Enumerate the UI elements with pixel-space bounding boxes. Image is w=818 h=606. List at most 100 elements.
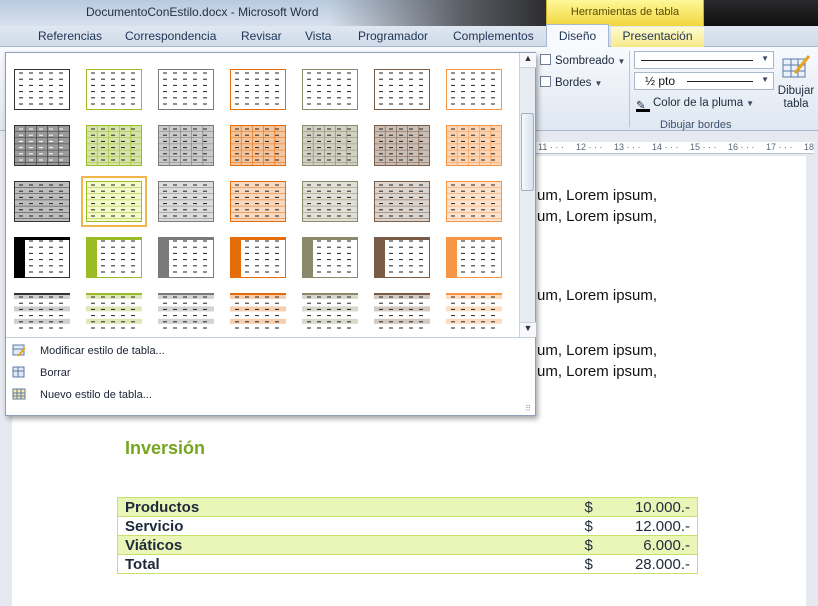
ruler-tick-label: 17 · · · [766,142,793,152]
table-style-swatch[interactable] [302,237,358,278]
group-label-draw-borders: Dibujar bordes [660,119,732,131]
chevron-down-icon: ▼ [761,75,769,84]
tab-design[interactable]: Diseño [546,24,609,49]
table-style-swatch[interactable] [374,237,430,278]
gallery-scrollbar[interactable]: ▲ ▼ [519,53,536,337]
row-currency[interactable]: $ [577,535,608,555]
pen-color-label: Color de la pluma [653,97,744,109]
body-text-line: um, Lorem ipsum, [537,342,658,359]
row-currency[interactable]: $ [577,497,608,517]
chevron-down-icon: ▼ [746,99,755,108]
table-row[interactable]: Servicio $ 12.000.- [117,516,698,536]
row-currency[interactable]: $ [577,516,608,536]
chevron-down-icon: ▼ [617,57,626,66]
table-style-swatch[interactable] [374,69,430,110]
row-label[interactable]: Productos [117,497,578,517]
tab-layout[interactable]: Presentación [611,27,704,47]
investment-table[interactable]: Productos $ 10.000.- Servicio $ 12.000.-… [117,497,698,574]
ruler-tick-label: 13 · · · [614,142,641,152]
table-style-swatch[interactable] [86,69,142,110]
modify-table-style-item[interactable]: Modificar estilo de tabla... [12,343,512,363]
table-style-swatch[interactable] [446,125,502,166]
draw-table-label: Dibujar tabla [777,85,815,110]
table-style-swatch[interactable] [86,237,142,278]
resize-grip-icon[interactable]: ⠿ [525,404,531,413]
table-style-swatch[interactable] [446,293,502,334]
table-style-swatch[interactable] [158,125,214,166]
ruler-tick-label: 14 · · · [652,142,679,152]
table-style-swatch[interactable] [86,125,142,166]
table-style-swatch[interactable] [158,181,214,222]
horizontal-ruler: 11 · · · 12 · · · 13 · · · 14 · · · 15 · · ·… [536,142,814,154]
table-style-swatch[interactable] [230,69,286,110]
row-label[interactable]: Servicio [117,516,578,536]
ruler-tick-label: 18 · · · [804,142,814,153]
tab-review[interactable]: Revisar [241,29,282,43]
table-style-swatch[interactable] [302,181,358,222]
borders-button[interactable]: Bordes ▼ [540,76,626,94]
row-amount[interactable]: 6.000.- [607,535,698,555]
table-style-swatch[interactable] [158,69,214,110]
row-amount[interactable]: 28.000.- [607,554,698,574]
pen-icon: ✎ [636,98,650,112]
table-tools-context-group: Herramientas de tabla [546,0,704,26]
table-style-swatch[interactable] [302,125,358,166]
table-style-gallery: ▲ ▼ Modificar estilo de tabla... Borrar … [5,52,536,416]
body-text-line: um, Lorem ipsum, [537,187,658,204]
row-currency[interactable]: $ [577,554,608,574]
table-style-swatch[interactable] [14,293,70,334]
draw-table-icon [782,55,811,78]
row-label[interactable]: Total [117,554,578,574]
tab-references[interactable]: Referencias [38,29,102,43]
row-label[interactable]: Viáticos [117,535,578,555]
row-amount[interactable]: 12.000.- [607,516,698,536]
table-style-swatch[interactable] [14,237,70,278]
line-style-dropdown[interactable]: ▼ [634,51,774,69]
table-style-swatch[interactable] [446,69,502,110]
table-row[interactable]: Total $ 28.000.- [117,554,698,574]
ruler-tick-label: 16 · · · [728,142,755,152]
context-group-label: Herramientas de tabla [570,6,680,18]
scroll-thumb[interactable] [521,113,534,191]
table-row[interactable]: Viáticos $ 6.000.- [117,535,698,555]
tab-developer[interactable]: Programador [358,29,428,43]
clear-table-style-item[interactable]: Borrar [12,365,512,385]
table-style-swatch[interactable] [374,293,430,334]
table-style-swatch[interactable] [14,125,70,166]
line-weight-dropdown[interactable]: ½ pto ▼ [634,72,774,90]
table-style-swatch[interactable] [230,181,286,222]
table-style-swatch[interactable] [14,69,70,110]
table-style-swatch[interactable] [374,181,430,222]
table-style-swatch[interactable] [446,237,502,278]
table-style-swatch[interactable] [230,125,286,166]
table-style-swatch[interactable] [230,237,286,278]
chevron-down-icon: ▼ [594,79,603,88]
shading-button[interactable]: Sombreado ▼ [540,54,626,72]
tab-view[interactable]: Vista [305,29,331,43]
table-style-swatch[interactable] [81,176,147,227]
body-text-line: um, Lorem ipsum, [537,208,658,225]
edit-table-icon [12,344,26,357]
table-style-swatch[interactable] [446,181,502,222]
new-table-style-item[interactable]: Nuevo estilo de tabla... [12,387,512,407]
ruler-tick-label: 11 · · · [538,142,564,152]
table-style-swatch[interactable] [302,293,358,334]
table-style-grid [6,53,518,337]
body-text-line: um, Lorem ipsum, [537,287,658,304]
pen-color-button[interactable]: ✎ Color de la pluma ▼ [636,97,754,112]
table-style-swatch[interactable] [302,69,358,110]
scroll-up-icon[interactable]: ▲ [520,53,536,68]
table-row[interactable]: Productos $ 10.000.- [117,497,698,517]
tab-mailings[interactable]: Correspondencia [125,29,216,43]
draw-table-button[interactable]: Dibujar tabla [776,53,816,115]
table-style-swatch[interactable] [86,293,142,334]
table-style-swatch[interactable] [14,181,70,222]
table-style-swatch[interactable] [158,293,214,334]
tab-addins[interactable]: Complementos [453,29,534,43]
table-style-swatch[interactable] [374,125,430,166]
scroll-down-icon[interactable]: ▼ [520,322,536,337]
table-style-swatch[interactable] [230,293,286,334]
menu-item-label: Modificar estilo de tabla... [40,345,165,357]
row-amount[interactable]: 10.000.- [607,497,698,517]
table-style-swatch[interactable] [158,237,214,278]
